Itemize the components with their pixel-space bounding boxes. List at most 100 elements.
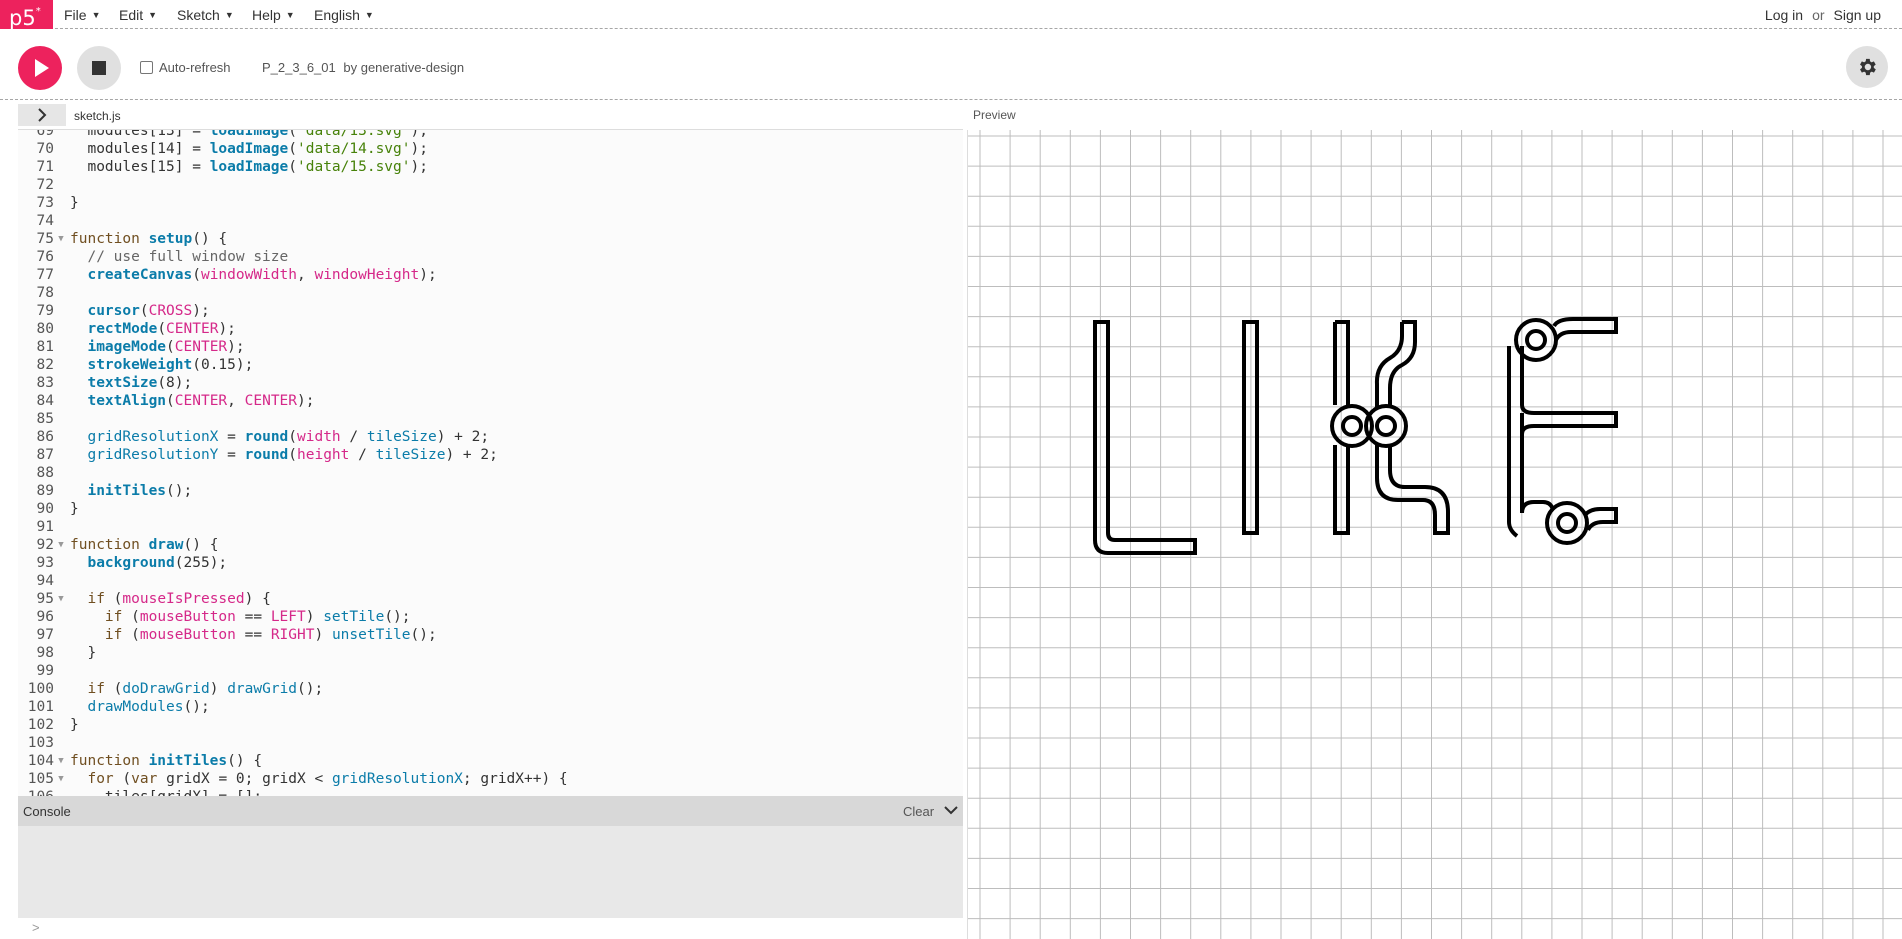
code-line[interactable]: 79 cursor(CROSS); [18, 302, 568, 320]
line-number: 75 [36, 231, 54, 247]
fold-arrow-icon[interactable]: ▼ [54, 536, 68, 554]
preview-canvas[interactable] [967, 130, 1902, 939]
letter-e-top-bar [1552, 317, 1618, 342]
logo-asterisk: * [35, 6, 41, 17]
chevron-down-icon[interactable] [943, 803, 959, 817]
letter-k-knot-right-inner [1375, 415, 1397, 437]
code-line[interactable]: 82 strokeWeight(0.15); [18, 356, 568, 374]
code-line[interactable]: 102} [18, 716, 568, 734]
login-link[interactable]: Log in [1765, 7, 1803, 23]
menu-help[interactable]: Help ▼ [252, 0, 295, 29]
caret-down-icon: ▼ [285, 9, 295, 20]
code-line[interactable]: 73} [18, 194, 568, 212]
line-number: 77 [36, 267, 54, 283]
code-line[interactable]: 83 textSize(8); [18, 374, 568, 392]
code-line[interactable]: 87 gridResolutionY = round(height / tile… [18, 446, 568, 464]
autorefresh-toggle[interactable]: Auto-refresh [140, 60, 231, 75]
preview-drawing[interactable] [968, 130, 1902, 939]
console-input[interactable]: > [18, 918, 963, 939]
autorefresh-checkbox[interactable] [140, 61, 153, 74]
letter-k-lower-leg [1375, 445, 1450, 535]
code-line[interactable]: 98 } [18, 644, 568, 662]
console-clear-button[interactable]: Clear [903, 804, 934, 819]
code-line[interactable]: 101 drawModules(); [18, 698, 568, 716]
menu-edit[interactable]: Edit ▼ [119, 0, 157, 29]
line-number: 97 [36, 627, 54, 643]
sidebar-toggle-button[interactable] [18, 104, 66, 126]
console-title: Console [23, 804, 71, 819]
code-line[interactable]: 92 ▼ function draw() { [18, 536, 568, 554]
line-number: 80 [36, 321, 54, 337]
caret-down-icon: ▼ [364, 9, 374, 20]
settings-button[interactable] [1846, 46, 1888, 88]
code-line[interactable]: 91 [18, 518, 568, 536]
code-line[interactable]: 80 rectMode(CENTER); [18, 320, 568, 338]
p5-logo[interactable]: p5* [0, 0, 53, 30]
menu-sketch[interactable]: Sketch ▼ [177, 0, 234, 29]
code-line[interactable]: 88 [18, 464, 568, 482]
code-text: cursor(CROSS); [87, 303, 210, 319]
code-editor[interactable]: 69 modules[13] = loadImage('data/13.svg'… [18, 130, 963, 796]
code-line[interactable]: 100 if (doDrawGrid) drawGrid(); [18, 680, 568, 698]
menu-file-label: File [64, 6, 87, 23]
code-line[interactable]: 97 if (mouseButton == RIGHT) unsetTile()… [18, 626, 568, 644]
line-number: 81 [36, 339, 54, 355]
code-line[interactable]: 96 if (mouseButton == LEFT) setTile(); [18, 608, 568, 626]
code-line[interactable]: 95 ▼ if (mouseIsPressed) { [18, 590, 568, 608]
code-line[interactable]: 106 tiles[gridX] = []; [18, 788, 568, 796]
fold-arrow-icon[interactable]: ▼ [54, 752, 68, 770]
line-number: 78 [36, 285, 54, 301]
code-line[interactable]: 84 textAlign(CENTER, CENTER); [18, 392, 568, 410]
auth-links: Log in or Sign up [1765, 0, 1881, 29]
caret-down-icon: ▼ [148, 9, 158, 20]
code-line[interactable]: 76 // use full window size [18, 248, 568, 266]
code-line[interactable]: 104 ▼ function initTiles() { [18, 752, 568, 770]
code-line[interactable]: 77 createCanvas(windowWidth, windowHeigh… [18, 266, 568, 284]
code-line[interactable]: 72 [18, 176, 568, 194]
code-text: function setup() { [70, 231, 228, 247]
code-line[interactable]: 90} [18, 500, 568, 518]
signup-link[interactable]: Sign up [1834, 7, 1881, 23]
line-number: 102 [27, 717, 54, 733]
file-tab-name[interactable]: sketch.js [74, 109, 121, 123]
fold-arrow-icon[interactable]: ▼ [54, 230, 68, 248]
play-button[interactable] [18, 46, 62, 90]
code-line[interactable]: 85 [18, 410, 568, 428]
code-line[interactable]: 105 ▼ for (var gridX = 0; gridX < gridRes… [18, 770, 568, 788]
code-line[interactable]: 86 gridResolutionX = round(width / tileS… [18, 428, 568, 446]
chevron-right-icon [38, 108, 47, 122]
project-name[interactable]: P_2_3_6_01 [262, 60, 336, 75]
fold-arrow-icon[interactable]: ▼ [54, 770, 68, 788]
code-line[interactable]: 94 [18, 572, 568, 590]
line-number: 69 [36, 130, 54, 139]
code-line[interactable]: 74 [18, 212, 568, 230]
menu-language[interactable]: English ▼ [314, 0, 374, 29]
code-line[interactable]: 81 imageMode(CENTER); [18, 338, 568, 356]
code-line[interactable]: 75 ▼ function setup() { [18, 230, 568, 248]
code-line[interactable]: 70 modules[14] = loadImage('data/14.svg'… [18, 140, 568, 158]
code-line[interactable]: 93 background(255); [18, 554, 568, 572]
letter-k-upper-arm [1374, 320, 1417, 407]
code-line[interactable]: 71 modules[15] = loadImage('data/15.svg'… [18, 158, 568, 176]
code-line[interactable]: 103 [18, 734, 568, 752]
code-text: function draw() { [70, 537, 219, 553]
stop-button[interactable] [77, 46, 121, 90]
line-number: 83 [36, 375, 54, 391]
code-line[interactable]: 78 [18, 284, 568, 302]
line-number: 72 [36, 177, 54, 193]
code-text: textAlign(CENTER, CENTER); [87, 393, 315, 409]
code-line[interactable]: 69 modules[13] = loadImage('data/13.svg'… [18, 130, 568, 140]
menu-file[interactable]: File ▼ [64, 0, 100, 29]
code-line[interactable]: 99 [18, 662, 568, 680]
code-line[interactable]: 89 initTiles(); [18, 482, 568, 500]
fold-arrow-icon[interactable]: ▼ [54, 590, 68, 608]
menu-help-label: Help [252, 6, 281, 23]
line-number: 82 [36, 357, 54, 373]
